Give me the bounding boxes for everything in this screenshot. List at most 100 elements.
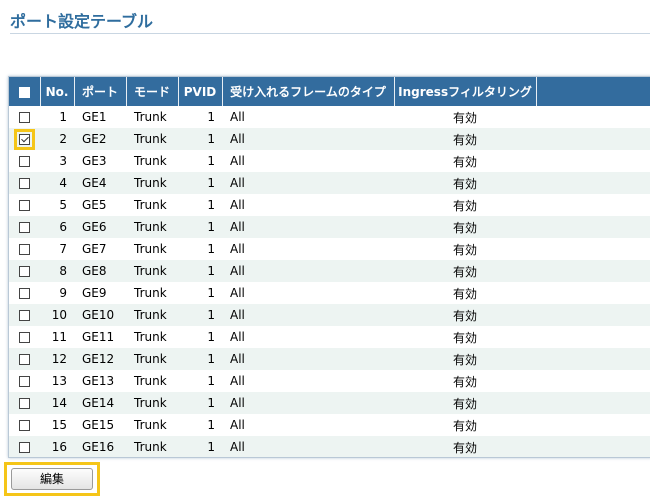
- table-row: 1 GE1 Trunk 1 All 有効: [9, 106, 650, 128]
- cell-frame-type: All: [230, 132, 245, 146]
- cell-port: GE9: [82, 286, 107, 300]
- row-checkbox[interactable]: [19, 112, 30, 123]
- row-select-cell[interactable]: [9, 304, 40, 326]
- table-row: 16 GE16 Trunk 1 All 有効: [9, 436, 650, 457]
- row-checkbox[interactable]: [19, 288, 30, 299]
- header-port[interactable]: ポート: [74, 77, 127, 106]
- select-all-checkbox[interactable]: [18, 86, 30, 98]
- row-select-cell[interactable]: [9, 106, 40, 128]
- cell-pvid: 1: [207, 220, 215, 234]
- row-checkbox[interactable]: [19, 222, 30, 233]
- cell-port: GE1: [82, 110, 107, 124]
- row-select-cell[interactable]: [9, 194, 40, 216]
- cell-frame-type: All: [230, 396, 245, 410]
- row-select-cell[interactable]: [9, 128, 40, 150]
- cell-mode: Trunk: [134, 308, 167, 322]
- row-checkbox[interactable]: [19, 332, 30, 343]
- header-ingress-filtering[interactable]: Ingressフィルタリング: [394, 77, 537, 106]
- cell-port: GE13: [82, 374, 115, 388]
- cell-ingress-filtering: 有効: [452, 440, 477, 455]
- cell-frame-type: All: [230, 176, 245, 190]
- row-checkbox[interactable]: [19, 244, 30, 255]
- row-select-cell[interactable]: [9, 436, 40, 457]
- cell-pvid: 1: [207, 396, 215, 410]
- row-checkbox[interactable]: [19, 442, 30, 453]
- cell-pvid: 1: [207, 308, 215, 322]
- row-checkbox[interactable]: [19, 398, 30, 409]
- table-row: 6 GE6 Trunk 1 All 有効: [9, 216, 650, 238]
- row-select-cell[interactable]: [9, 348, 40, 370]
- table-row: 12 GE12 Trunk 1 All 有効: [9, 348, 650, 370]
- cell-mode: Trunk: [134, 176, 167, 190]
- checkbox-highlight: [14, 128, 35, 150]
- cell-no: 7: [59, 242, 67, 256]
- row-select-cell[interactable]: [9, 282, 40, 304]
- cell-pvid: 1: [207, 110, 215, 124]
- row-checkbox[interactable]: [19, 420, 30, 431]
- row-checkbox[interactable]: [19, 200, 30, 211]
- cell-mode: Trunk: [134, 220, 167, 234]
- header-pvid[interactable]: PVID: [178, 77, 223, 106]
- row-select-cell[interactable]: [9, 414, 40, 436]
- header-mode[interactable]: モード: [126, 77, 179, 106]
- cell-pvid: 1: [207, 242, 215, 256]
- row-checkbox[interactable]: [19, 354, 30, 365]
- table-row: 11 GE11 Trunk 1 All 有効: [9, 326, 650, 348]
- cell-mode: Trunk: [134, 154, 167, 168]
- cell-pvid: 1: [207, 374, 215, 388]
- cell-ingress-filtering: 有効: [452, 396, 477, 411]
- row-checkbox[interactable]: [19, 178, 30, 189]
- header-frame-type[interactable]: 受け入れるフレームのタイプ: [222, 77, 395, 106]
- cell-frame-type: All: [230, 110, 245, 124]
- cell-port: GE7: [82, 242, 107, 256]
- row-select-cell[interactable]: [9, 238, 40, 260]
- cell-ingress-filtering: 有効: [452, 418, 477, 433]
- cell-ingress-filtering: 有効: [452, 264, 477, 279]
- cell-frame-type: All: [230, 286, 245, 300]
- row-checkbox[interactable]: [19, 156, 30, 167]
- row-select-cell[interactable]: [9, 260, 40, 282]
- row-checkbox[interactable]: [19, 266, 30, 277]
- cell-frame-type: All: [230, 352, 245, 366]
- row-select-cell[interactable]: [9, 326, 40, 348]
- cell-port: GE16: [82, 440, 115, 454]
- cell-port: GE2: [82, 132, 107, 146]
- edit-button[interactable]: 編集: [11, 468, 93, 490]
- port-settings-table: No. ポート モード PVID 受け入れるフレームのタイプ Ingressフィ…: [8, 76, 650, 458]
- cell-no: 12: [51, 352, 67, 366]
- cell-ingress-filtering: 有効: [452, 308, 477, 323]
- cell-ingress-filtering: 有効: [452, 176, 477, 191]
- cell-ingress-filtering: 有効: [452, 374, 477, 389]
- header-select-all[interactable]: [9, 77, 41, 106]
- row-checkbox[interactable]: [19, 310, 30, 321]
- row-checkbox[interactable]: [19, 133, 30, 145]
- cell-spacer: [536, 150, 650, 172]
- title-divider: [10, 33, 650, 34]
- row-select-cell[interactable]: [9, 392, 40, 414]
- cell-port: GE5: [82, 198, 107, 212]
- row-select-cell[interactable]: [9, 216, 40, 238]
- cell-frame-type: All: [230, 308, 245, 322]
- table-row: 15 GE15 Trunk 1 All 有効: [9, 414, 650, 436]
- cell-port: GE11: [82, 330, 115, 344]
- page-title: ポート設定テーブル: [10, 12, 154, 31]
- header-no[interactable]: No.: [40, 77, 75, 106]
- cell-spacer: [536, 392, 650, 414]
- cell-pvid: 1: [207, 286, 215, 300]
- row-select-cell[interactable]: [9, 150, 40, 172]
- cell-spacer: [536, 436, 650, 457]
- row-select-cell[interactable]: [9, 370, 40, 392]
- cell-ingress-filtering: 有効: [452, 286, 477, 301]
- row-select-cell[interactable]: [9, 172, 40, 194]
- row-checkbox[interactable]: [19, 376, 30, 387]
- cell-frame-type: All: [230, 220, 245, 234]
- cell-frame-type: All: [230, 374, 245, 388]
- table-row: 8 GE8 Trunk 1 All 有効: [9, 260, 650, 282]
- cell-ingress-filtering: 有効: [452, 110, 477, 125]
- cell-frame-type: All: [230, 242, 245, 256]
- cell-spacer: [536, 282, 650, 304]
- cell-port: GE4: [82, 176, 107, 190]
- cell-port: GE6: [82, 220, 107, 234]
- cell-pvid: 1: [207, 176, 215, 190]
- edit-button-highlight: 編集: [4, 462, 100, 496]
